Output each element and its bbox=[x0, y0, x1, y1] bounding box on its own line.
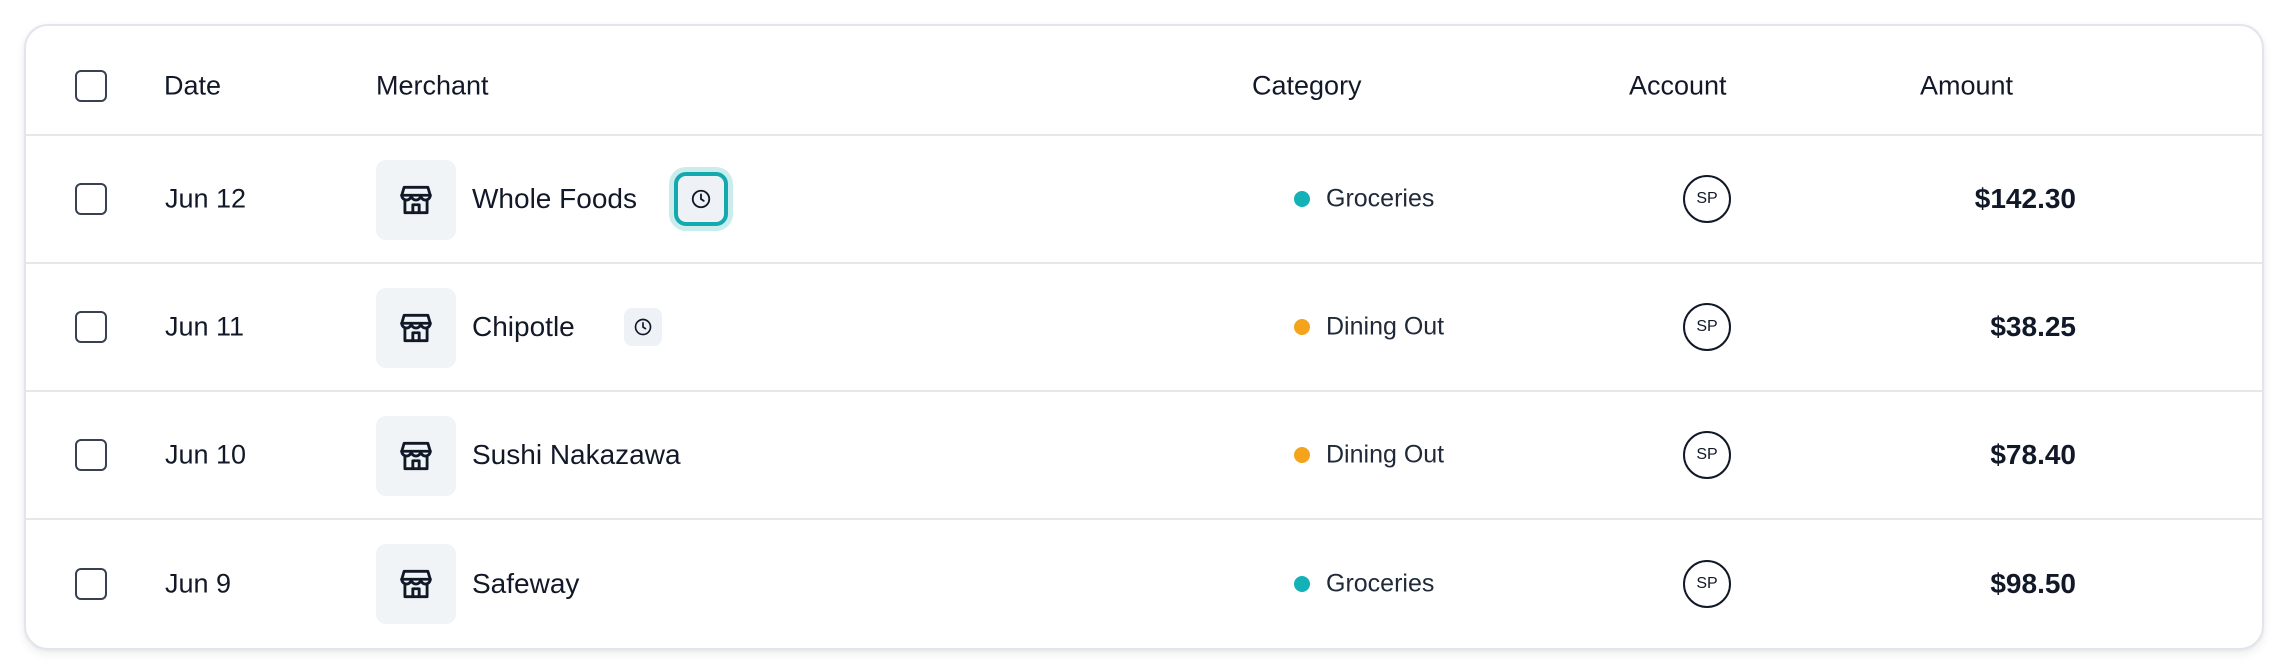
transactions-table: Date Merchant Category Account Amount Ju… bbox=[24, 24, 2264, 650]
category-label[interactable]: Groceries bbox=[1326, 185, 1434, 214]
category-dot bbox=[1294, 447, 1310, 463]
category-label[interactable]: Dining Out bbox=[1326, 441, 1444, 470]
column-header-amount[interactable]: Amount bbox=[1920, 71, 2013, 102]
storefront-icon bbox=[376, 288, 456, 368]
table-row[interactable]: Jun 9 Safeway Groceries SP $98.50 bbox=[26, 520, 2262, 648]
transaction-date: Jun 9 bbox=[165, 568, 232, 599]
category-label[interactable]: Groceries bbox=[1326, 570, 1434, 599]
table-row[interactable]: Jun 11 Chipotle Dining Out SP $38.25 bbox=[26, 264, 2262, 392]
pending-clock-button[interactable] bbox=[674, 172, 728, 226]
transaction-date: Jun 12 bbox=[165, 183, 247, 214]
clock-icon bbox=[634, 318, 652, 336]
select-all-checkbox[interactable] bbox=[75, 70, 107, 102]
category-dot bbox=[1294, 576, 1310, 592]
clock-icon bbox=[691, 189, 711, 209]
row-checkbox[interactable] bbox=[75, 311, 107, 343]
column-header-category[interactable]: Category bbox=[1252, 71, 1362, 102]
table-row[interactable]: Jun 10 Sushi Nakazawa Dining Out SP $78.… bbox=[26, 392, 2262, 520]
column-header-merchant[interactable]: Merchant bbox=[376, 71, 489, 102]
category-dot bbox=[1294, 319, 1310, 335]
transaction-date: Jun 10 bbox=[165, 439, 247, 470]
transaction-amount: $38.25 bbox=[1990, 311, 2076, 342]
category-dot bbox=[1294, 191, 1310, 207]
table-row[interactable]: Jun 12 Whole Foods Groceries SP $142.30 bbox=[26, 136, 2262, 264]
category-label[interactable]: Dining Out bbox=[1326, 313, 1444, 342]
transaction-amount: $142.30 bbox=[1974, 183, 2076, 214]
pending-clock-button[interactable] bbox=[624, 308, 662, 346]
merchant-name[interactable]: Safeway bbox=[472, 568, 579, 600]
row-checkbox[interactable] bbox=[75, 439, 107, 471]
merchant-name[interactable]: Sushi Nakazawa bbox=[472, 439, 681, 471]
transaction-date: Jun 11 bbox=[165, 311, 245, 342]
table-header: Date Merchant Category Account Amount bbox=[26, 38, 2262, 136]
account-avatar[interactable]: SP bbox=[1683, 431, 1731, 479]
transaction-amount: $78.40 bbox=[1990, 439, 2076, 470]
storefront-icon bbox=[376, 416, 456, 496]
storefront-icon bbox=[376, 160, 456, 240]
row-checkbox[interactable] bbox=[75, 568, 107, 600]
transaction-amount: $98.50 bbox=[1990, 568, 2076, 599]
account-avatar[interactable]: SP bbox=[1683, 560, 1731, 608]
merchant-name[interactable]: Chipotle bbox=[472, 311, 575, 343]
account-avatar[interactable]: SP bbox=[1683, 303, 1731, 351]
column-header-account[interactable]: Account bbox=[1629, 71, 1727, 102]
merchant-name[interactable]: Whole Foods bbox=[472, 183, 637, 215]
storefront-icon bbox=[376, 544, 456, 624]
account-avatar[interactable]: SP bbox=[1683, 175, 1731, 223]
column-header-date[interactable]: Date bbox=[164, 71, 221, 102]
row-checkbox[interactable] bbox=[75, 183, 107, 215]
